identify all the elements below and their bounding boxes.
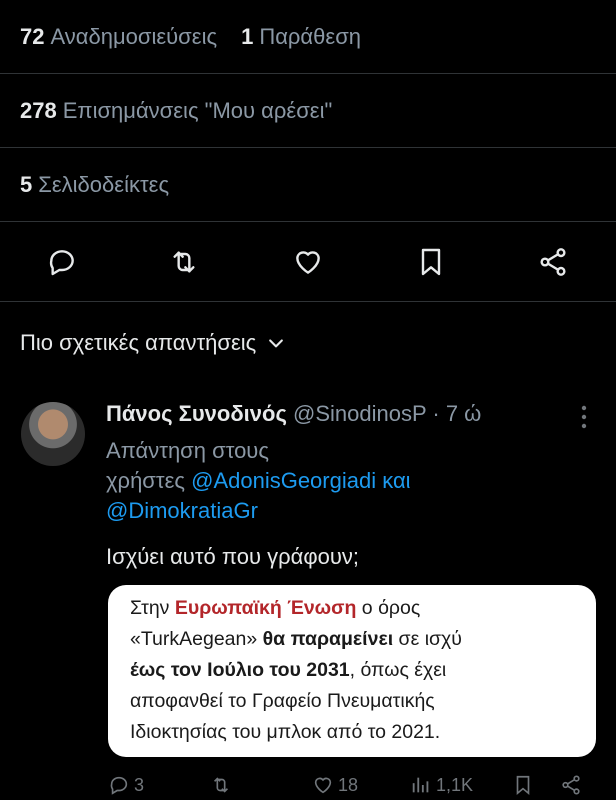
more-icon — [581, 405, 587, 429]
reposts-label[interactable]: Αναδημοσιεύσεις — [50, 24, 217, 50]
mention-conj: και — [382, 468, 411, 493]
like-icon — [296, 251, 320, 274]
mention-dimokratia[interactable]: @DimokratiaGr — [106, 498, 258, 523]
tweet-action-bar — [0, 222, 616, 302]
chevron-down-icon — [269, 339, 284, 348]
quotes-label[interactable]: Παράθεση — [259, 24, 361, 50]
image-line-1: Στην Ευρωπαϊκή Ένωση ο όρος — [130, 597, 421, 619]
reply-metrics: 3 18 1,1K — [0, 770, 616, 800]
views-count: 1,1K — [436, 774, 474, 795]
more-options-button[interactable] — [574, 403, 594, 431]
reposts-count[interactable]: 72 — [20, 24, 44, 50]
bookmark-icon — [516, 775, 530, 796]
likes-label[interactable]: Επισημάνσεις "Μου αρέσει" — [63, 98, 333, 124]
share-icon — [562, 775, 580, 795]
sort-label: Πιο σχετικές απαντήσεις — [20, 330, 257, 355]
likes-count-reply: 18 — [338, 774, 359, 795]
like-button[interactable] — [290, 244, 326, 280]
image-line-5: Ιδιοκτησίας του μπλοκ από το 2021. — [130, 721, 441, 743]
reply-bookmark-button[interactable] — [512, 774, 538, 796]
stats-row-bookmarks: 5 Σελιδοδείκτες — [0, 148, 616, 222]
repost-icon — [213, 777, 229, 793]
reply-icon — [110, 776, 128, 795]
tweet-image[interactable]: Στην Ευρωπαϊκή Ένωση ο όρος «TurkAegean»… — [108, 585, 596, 757]
reply-time: · 7 ώ — [432, 401, 482, 426]
reply-prefix-1: Απάντηση στους — [106, 438, 269, 463]
reply-like-button[interactable]: 18 — [312, 774, 358, 796]
replies-count: 3 — [134, 774, 145, 795]
avatar[interactable] — [21, 402, 85, 466]
bookmarks-label[interactable]: Σελιδοδείκτες — [38, 172, 169, 198]
bookmark-icon — [421, 248, 441, 276]
share-button[interactable] — [535, 244, 571, 280]
like-icon — [314, 777, 332, 794]
bookmarks-count[interactable]: 5 — [20, 172, 32, 198]
reply-prefix-2: χρήστες — [106, 468, 185, 493]
stats-row-likes: 278 Επισημάνσεις "Μου αρέσει" — [0, 74, 616, 148]
reply-icon — [49, 250, 74, 276]
reply-button[interactable] — [44, 244, 80, 280]
reply-repost-button[interactable] — [210, 774, 236, 796]
stats-row-reposts: 72 Αναδημοσιεύσεις 1 Παράθεση — [0, 0, 616, 74]
repost-icon — [173, 251, 195, 273]
author-name[interactable]: Πάνος Συνοδινός — [106, 401, 287, 426]
author-handle[interactable]: @SinodinosP — [293, 401, 426, 426]
reply-text: Ισχύει αυτό που γράφουν; — [106, 544, 359, 569]
image-line-4: αποφανθεί το Γραφείο Πνευματικής — [130, 690, 435, 712]
quotes-count[interactable]: 1 — [241, 24, 253, 50]
views-icon — [412, 777, 429, 793]
image-line-3: έως τον Ιούλιο του 2031, όπως έχει — [130, 659, 447, 681]
reply-share-button[interactable] — [560, 774, 586, 796]
mention-adonis[interactable]: @AdonisGeorgiadi — [191, 468, 376, 493]
repost-button[interactable] — [166, 244, 202, 280]
likes-count[interactable]: 278 — [20, 98, 57, 124]
reply-header: Πάνος Συνοδινός @SinodinosP · 7 ώ — [106, 401, 481, 427]
reply-replies-button[interactable]: 3 — [108, 774, 144, 796]
reply-views-button[interactable]: 1,1K — [410, 774, 473, 796]
replies-sort-dropdown[interactable]: Πιο σχετικές απαντήσεις — [20, 330, 286, 356]
image-line-2: «TurkAegean» θα παραμείνει σε ισχύ — [130, 628, 462, 650]
bookmark-button[interactable] — [413, 244, 449, 280]
share-icon — [540, 248, 566, 276]
replying-to: Απάντηση στους χρήστες @AdonisGeorgiadi … — [106, 436, 506, 526]
